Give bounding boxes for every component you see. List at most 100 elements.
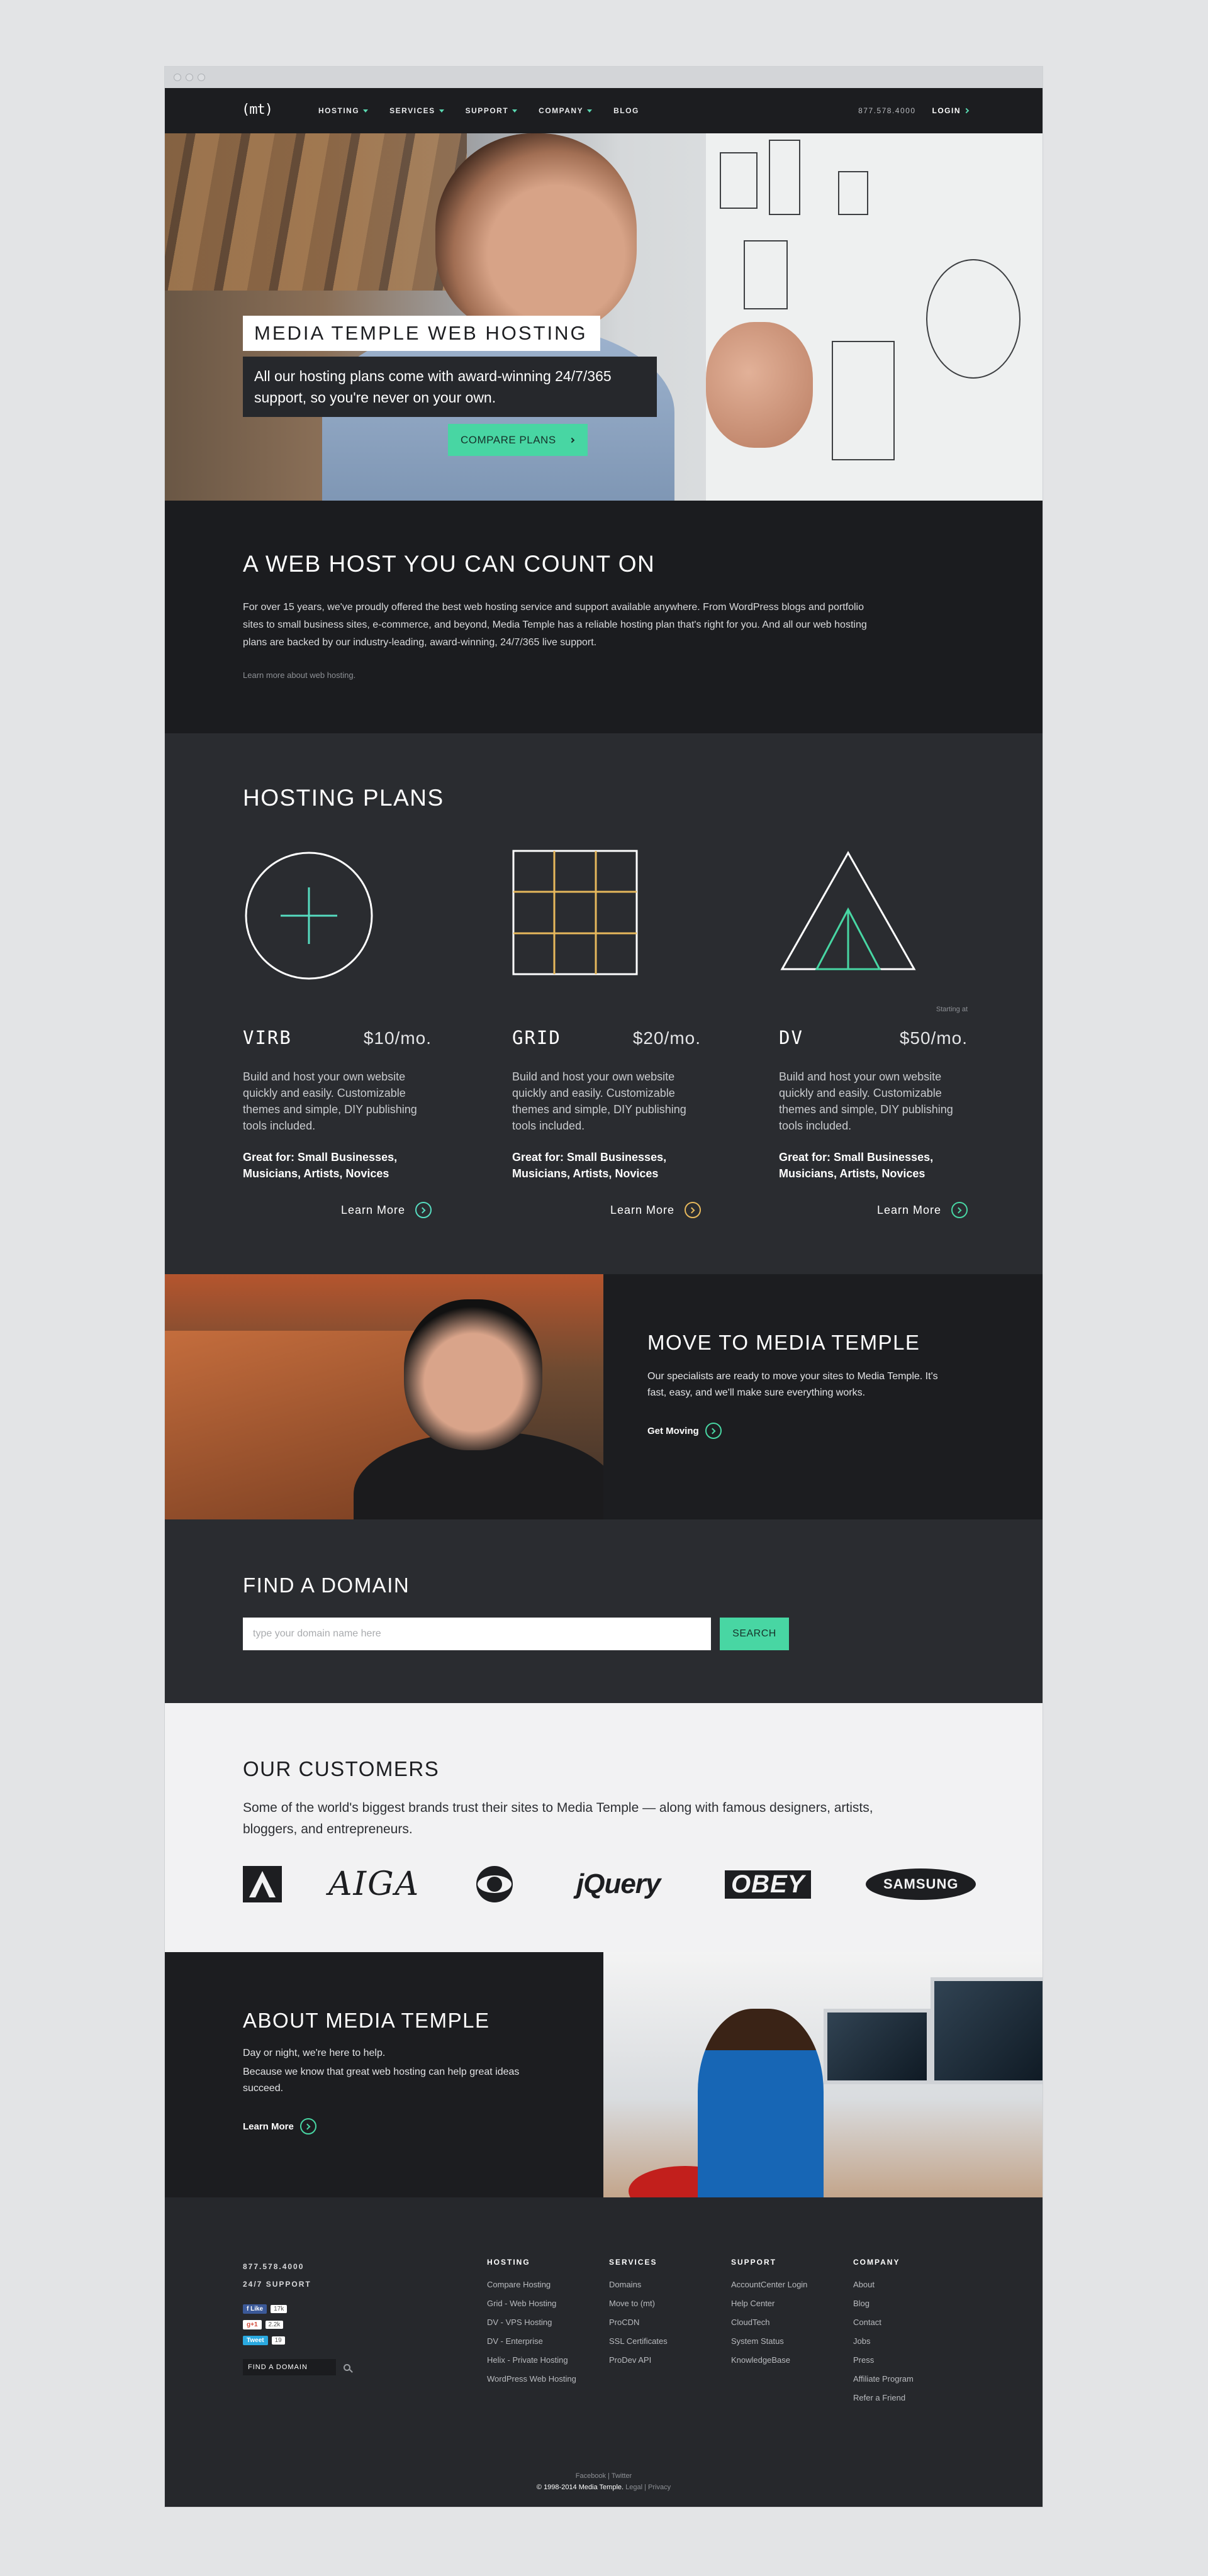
section-title: FIND A DOMAIN — [243, 1574, 410, 1597]
footer-link[interactable]: Move to (mt) — [609, 2294, 668, 2313]
plan-name: VIRB — [243, 1027, 292, 1048]
menu-blog[interactable]: BLOG — [613, 106, 639, 115]
domain-search-input[interactable] — [243, 1618, 711, 1650]
cbs-logo — [476, 1865, 513, 1903]
arrow-circle-icon — [685, 1202, 701, 1218]
footer-column-title: SUPPORT — [731, 2258, 777, 2267]
plan-name: GRID — [512, 1027, 561, 1048]
footer-link[interactable]: Help Center — [731, 2294, 807, 2313]
footer-link[interactable]: WordPress Web Hosting — [487, 2370, 576, 2389]
facebook-icon: f Like — [243, 2304, 267, 2314]
link-label: Get Moving — [647, 1425, 699, 1436]
footer-link[interactable]: Domains — [609, 2275, 668, 2294]
sketch-frame — [832, 341, 895, 460]
footer-link[interactable]: System Status — [731, 2332, 807, 2351]
office-photo — [603, 1952, 1043, 2197]
plan-great-for: Great for: Small Businesses, Musicians, … — [243, 1151, 398, 1180]
footer-link[interactable]: Affiliate Program — [853, 2370, 914, 2389]
search-button[interactable]: SEARCH — [720, 1618, 789, 1650]
footer-link[interactable]: DV - Enterprise — [487, 2332, 576, 2351]
footer-link[interactable]: Helix - Private Hosting — [487, 2351, 576, 2370]
get-moving-link[interactable]: Get Moving — [647, 1423, 949, 1439]
menu-company[interactable]: COMPANY — [539, 106, 593, 115]
adobe-logo — [243, 1865, 282, 1903]
menu-label: HOSTING — [318, 106, 360, 115]
footer-domain-input[interactable]: FIND A DOMAIN — [243, 2359, 336, 2375]
footer-link[interactable]: SSL Certificates — [609, 2332, 668, 2351]
sketch-frame — [926, 259, 1021, 379]
footer-link[interactable]: Compare Hosting — [487, 2275, 576, 2294]
link-label: Learn More — [340, 1203, 405, 1216]
about-learn-more-link[interactable]: Learn More — [243, 2118, 603, 2135]
support-agent-photo — [165, 1274, 603, 1519]
footer-link[interactable]: CloudTech — [731, 2313, 807, 2332]
menu-hosting[interactable]: HOSTING — [318, 106, 369, 115]
search-icon[interactable] — [344, 2363, 350, 2371]
photo-person — [404, 1299, 542, 1450]
about-section: ABOUT MEDIA TEMPLE Day or night, we're h… — [165, 1952, 1043, 2197]
arrow-circle-icon — [415, 1202, 432, 1218]
menu-label: SUPPORT — [465, 106, 509, 115]
footer-phone[interactable]: 877.578.4000 — [243, 2258, 350, 2275]
section-body: Some of the world's biggest brands trust… — [243, 1801, 873, 1836]
plan-learn-more-link[interactable]: Learn More — [512, 1202, 701, 1218]
photo-monitor — [931, 1977, 1043, 2084]
learn-more-hosting-link[interactable]: Learn more about web hosting. — [243, 670, 1043, 680]
social-buttons: f Like 17k g+1 2.2k Tweet 19 — [243, 2304, 350, 2345]
chevron-right-icon — [955, 1207, 962, 1213]
footer-social-links[interactable]: Facebook | Twitter — [165, 2470, 1043, 2482]
caret-down-icon — [512, 109, 518, 113]
samsung-logo: SAMSUNG — [866, 1865, 976, 1903]
plan-learn-more-link[interactable]: Learn More — [243, 1202, 432, 1218]
plan-learn-more-link[interactable]: Learn More — [779, 1202, 968, 1218]
sketch-frame — [720, 152, 758, 209]
footer-link[interactable]: Contact — [853, 2313, 914, 2332]
google-plus-button[interactable]: g+1 2.2k — [243, 2320, 350, 2329]
footer-link[interactable]: AccountCenter Login — [731, 2275, 807, 2294]
legal-links[interactable]: Legal | Privacy — [625, 2484, 671, 2491]
compare-plans-button[interactable]: COMPARE PLANS — [448, 424, 588, 456]
link-label: Learn More — [243, 2121, 294, 2132]
plan-header: GRID $20/mo. — [512, 1027, 701, 1048]
mt-logo[interactable]: (mt) — [242, 102, 273, 118]
footer-link[interactable]: Press — [853, 2351, 914, 2370]
footer-link[interactable]: ProCDN — [609, 2313, 668, 2332]
plan-header: VIRB $10/mo. — [243, 1027, 432, 1048]
about-text: Day or night, we're here to help. — [243, 2048, 386, 2058]
hero-photo-background — [165, 133, 467, 291]
menu-services[interactable]: SERVICES — [389, 106, 444, 115]
footer-link[interactable]: Refer a Friend — [853, 2389, 914, 2407]
plan-card-virb: VIRB $10/mo. Build and host your own web… — [243, 850, 432, 1218]
footer-column-title: HOSTING — [487, 2258, 530, 2267]
window-dot-icon[interactable] — [174, 74, 181, 81]
footer-link[interactable]: ProDev API — [609, 2351, 668, 2370]
link-label: Learn More — [876, 1203, 941, 1216]
footer-link[interactable]: About — [853, 2275, 914, 2294]
tweet-count: 19 — [271, 2336, 285, 2345]
section-title: MOVE TO MEDIA TEMPLE — [647, 1331, 920, 1354]
section-body: For over 15 years, we've proudly offered… — [243, 602, 867, 648]
window-dot-icon[interactable] — [198, 74, 205, 81]
copyright-text: © 1998-2014 Media Temple. — [536, 2484, 624, 2491]
chevron-right-icon — [963, 108, 970, 114]
customers-section: OUR CUSTOMERS Some of the world's bigges… — [165, 1703, 1043, 1952]
plan-name: DV — [779, 1027, 803, 1048]
login-link[interactable]: LOGIN — [932, 106, 970, 115]
footer-link[interactable]: Jobs — [853, 2332, 914, 2351]
footer-link[interactable]: Blog — [853, 2294, 914, 2313]
footer-link[interactable]: Grid - Web Hosting — [487, 2294, 576, 2313]
facebook-like-button[interactable]: f Like 17k — [243, 2304, 350, 2314]
window-dot-icon[interactable] — [186, 74, 193, 81]
plan-great-for: Great for: Small Businesses, Musicians, … — [512, 1151, 667, 1180]
menu-label: SERVICES — [389, 106, 435, 115]
obey-logo: OBEY — [725, 1865, 812, 1903]
move-content: MOVE TO MEDIA TEMPLE Our specialists are… — [603, 1274, 949, 1519]
menu-support[interactable]: SUPPORT — [466, 106, 518, 115]
footer-link[interactable]: DV - VPS Hosting — [487, 2313, 576, 2332]
count-on-section: A WEB HOST YOU CAN COUNT ON For over 15 … — [165, 501, 1043, 733]
footer-link[interactable]: KnowledgeBase — [731, 2351, 807, 2370]
section-body: Our specialists are ready to move your s… — [647, 1371, 938, 1398]
tweet-button[interactable]: Tweet 19 — [243, 2336, 350, 2345]
nav-phone[interactable]: 877.578.4000 — [858, 106, 915, 115]
plan-price: $50/mo. — [899, 1028, 968, 1048]
